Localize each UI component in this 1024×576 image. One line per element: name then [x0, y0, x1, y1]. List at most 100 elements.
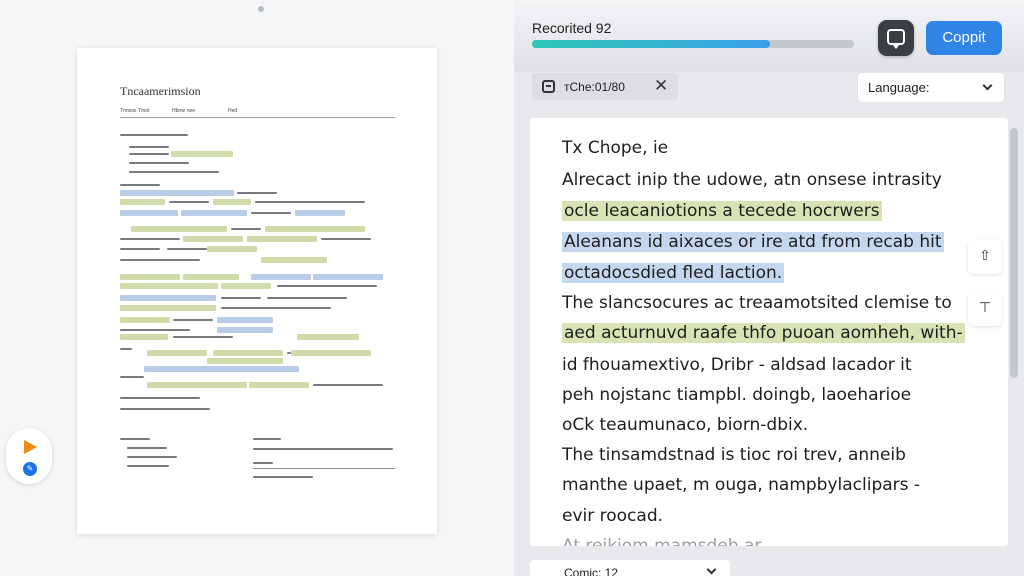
- highlight-line: [217, 327, 273, 333]
- highlight-line: [213, 366, 299, 372]
- text-line: evir roocad.: [562, 506, 664, 526]
- text-line: Aleanans id aixaces or ire atd from reca…: [562, 232, 944, 252]
- highlight-line: [181, 210, 247, 216]
- divider: [253, 468, 395, 469]
- highlight-line: [291, 350, 371, 356]
- highlight-line: [120, 295, 216, 301]
- text-line: id fhouamextivo, Dribr - aldsad lacador …: [562, 355, 912, 375]
- highlight-line: [120, 305, 216, 311]
- highlight-line: [249, 382, 309, 388]
- arrow-up-icon: ⇧: [979, 247, 991, 263]
- highlight-line: [297, 334, 359, 340]
- document-text-line: [173, 336, 233, 338]
- document-text-line: [267, 297, 347, 299]
- document-text-line: [120, 376, 144, 378]
- text-line: manthe upaet, m ouga, nampbylaclipars -: [562, 475, 921, 495]
- extracted-text-panel[interactable]: Tx Chope, ie Alrecact inip the udowe, at…: [530, 118, 1008, 546]
- chevron-down-icon: [982, 80, 993, 91]
- document-heading-line: [120, 134, 188, 136]
- transcription-pane: Recorited 92 Coppit ᴛChe:01/80 ✕ Languag…: [514, 0, 1024, 576]
- highlight-line: [120, 317, 170, 323]
- highlight-line: [120, 199, 165, 205]
- document-text-line: [313, 384, 383, 386]
- scrollbar[interactable]: [1010, 128, 1018, 378]
- highlight-line: [147, 382, 247, 388]
- document-text-line: [221, 307, 331, 309]
- document-text-line: [120, 329, 190, 331]
- recording-label: Recorited 92: [532, 20, 612, 36]
- language-select[interactable]: Language:: [858, 73, 1004, 102]
- text-line: At reikiom mamsdeb ar: [562, 536, 762, 546]
- document-text-line: [253, 462, 273, 464]
- highlight-line: [183, 274, 239, 280]
- text-line: oCk teaumunaco, biorn-dbix.: [562, 415, 809, 435]
- copy-button[interactable]: Coppit: [926, 21, 1002, 55]
- scroll-up-button[interactable]: ⇧: [968, 240, 1002, 274]
- highlight-line: [313, 274, 383, 280]
- document-text-line: [127, 456, 177, 458]
- highlight-line: [265, 226, 365, 232]
- document-text-line: [120, 438, 150, 440]
- highlight-line: [217, 317, 273, 323]
- chat-icon: [887, 29, 905, 49]
- document-meta-item: Hbme nee: [172, 108, 196, 114]
- playback-control[interactable]: ✎: [6, 428, 52, 484]
- font-size-select[interactable]: Comic: 12: [530, 560, 730, 576]
- text-line: Alrecact inip the udowe, atn onsese intr…: [562, 170, 942, 190]
- text-line: ocle leacaniotions a tecede hocrwers: [562, 201, 882, 221]
- highlight-line: [147, 350, 207, 356]
- window-handle-dot: [258, 6, 264, 12]
- highlight-line: [171, 151, 233, 157]
- document-text-line: [237, 192, 277, 194]
- chat-button[interactable]: [878, 20, 914, 56]
- text-line: aed acturnuvd raafe thfo puoan aomheh, w…: [562, 323, 965, 343]
- document-text-line: [129, 153, 169, 155]
- highlight-line: [261, 257, 327, 263]
- text-line: The slancsocures ac treaamotsited clemis…: [562, 293, 952, 313]
- pin-icon: ⊤: [978, 299, 992, 315]
- document-text-line: [120, 397, 200, 399]
- document-heading-line: [120, 184, 160, 186]
- text-line: peh nojstanc tiampbl. doingb, laoeharioe: [562, 385, 912, 405]
- highlight-line: [207, 246, 257, 252]
- text-line: The tinsamdstnad is tioc roi trev, annei…: [562, 445, 906, 465]
- highlight-line: [120, 274, 180, 280]
- highlight-line: [251, 274, 311, 280]
- document-text-line: [253, 438, 281, 440]
- chevron-down-icon: [706, 564, 717, 575]
- document-text-line: [129, 171, 219, 173]
- highlight-line: [183, 236, 243, 242]
- document-meta-item: Hed: [228, 108, 238, 114]
- document-text-line: [231, 228, 261, 230]
- edit-badge-icon[interactable]: ✎: [23, 462, 37, 476]
- document-text-line: [120, 248, 160, 250]
- document-text-line: [129, 146, 169, 148]
- file-chip[interactable]: ᴛChe:01/80 ✕: [532, 73, 678, 100]
- highlight-line: [295, 210, 345, 216]
- document-page[interactable]: Tncaamerimsion Tnnese Tmot Hbme nee Hed: [77, 48, 437, 534]
- file-icon: [542, 80, 555, 93]
- text-line: Tx Chope, ie: [562, 138, 669, 158]
- document-text-line: [253, 476, 313, 478]
- document-text-line: [255, 201, 365, 203]
- text-line: octadocsdied fled laction.: [562, 263, 785, 283]
- document-text-line: [167, 248, 207, 250]
- document-text-line: [253, 448, 393, 450]
- recording-progress-bar: [532, 40, 854, 48]
- document-title: Tncaamerimsion: [120, 84, 201, 98]
- highlight-line: [213, 350, 283, 356]
- document-text-line: [127, 465, 169, 467]
- document-text-line: [120, 408, 210, 410]
- font-size-label: Comic: 12: [564, 566, 619, 576]
- pin-button[interactable]: ⊤: [968, 292, 1002, 326]
- highlight-line: [213, 199, 251, 205]
- document-meta-item: Tnnese Tmot: [120, 108, 150, 114]
- close-icon[interactable]: ✕: [654, 76, 668, 96]
- document-preview-pane: Tncaamerimsion Tnnese Tmot Hbme nee Hed: [0, 0, 514, 576]
- highlight-line: [120, 334, 168, 340]
- document-text-line: [221, 297, 261, 299]
- highlight-line: [120, 190, 234, 196]
- recording-header: Recorited 92 Coppit: [514, 0, 1024, 72]
- document-text-line: [173, 319, 213, 321]
- play-icon[interactable]: [24, 440, 37, 454]
